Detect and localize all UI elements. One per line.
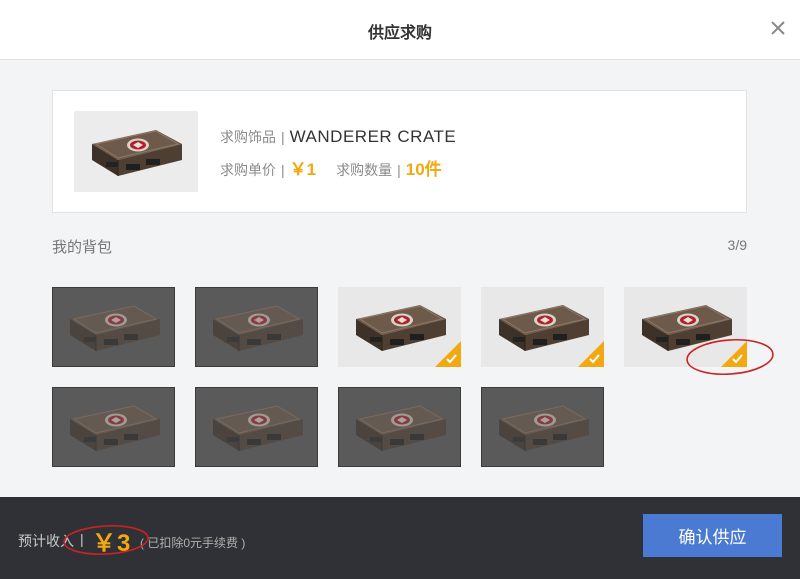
separator: | bbox=[80, 531, 84, 547]
footer-bar: 预计收入 | ￥3 ( 已扣除0元手续费 ) 确认供应 bbox=[0, 497, 800, 579]
confirm-supply-button[interactable]: 确认供应 bbox=[643, 514, 782, 557]
bag-slot[interactable] bbox=[52, 287, 175, 367]
crate-icon bbox=[207, 397, 307, 457]
checkmark-icon bbox=[721, 341, 747, 367]
separator: | bbox=[397, 162, 401, 178]
unit-price-value: ￥1 bbox=[289, 160, 317, 179]
item-label: 求购饰品 bbox=[220, 129, 276, 145]
bag-slot[interactable] bbox=[338, 287, 461, 367]
unit-price-label: 求购单价 bbox=[220, 162, 276, 178]
purchase-item-card: 求购饰品 | WANDERER CRATE 求购单价 | ￥1 求购数量 | 1… bbox=[52, 90, 747, 213]
bag-slot[interactable] bbox=[481, 387, 604, 467]
item-name: WANDERER CRATE bbox=[289, 127, 457, 146]
bag-slot[interactable] bbox=[481, 287, 604, 367]
bag-slot[interactable] bbox=[195, 387, 318, 467]
fee-note: ( 已扣除0元手续费 ) bbox=[140, 536, 246, 550]
bag-slot[interactable] bbox=[624, 287, 747, 367]
price-row: 求购单价 | ￥1 求购数量 | 10件 bbox=[220, 155, 456, 180]
bag-title: 我的背包 bbox=[52, 239, 113, 256]
crate-icon bbox=[64, 397, 164, 457]
crate-icon bbox=[86, 122, 186, 182]
checkmark-icon bbox=[435, 341, 461, 367]
item-row: 求购饰品 | WANDERER CRATE bbox=[220, 127, 456, 147]
crate-icon bbox=[64, 297, 164, 357]
expected-income-value: ￥3 bbox=[92, 530, 132, 557]
crate-icon bbox=[350, 397, 450, 457]
purchase-info: 求购饰品 | WANDERER CRATE 求购单价 | ￥1 求购数量 | 1… bbox=[220, 127, 456, 180]
quantity-value: 10件 bbox=[405, 160, 442, 179]
expected-income-label: 预计收入 bbox=[18, 533, 74, 549]
crate-icon bbox=[493, 397, 593, 457]
separator: | bbox=[281, 162, 285, 178]
close-icon[interactable] bbox=[766, 16, 790, 40]
crate-icon bbox=[207, 297, 307, 357]
bag-slot[interactable] bbox=[195, 287, 318, 367]
bag-slot[interactable] bbox=[338, 387, 461, 467]
dialog-header: 供应求购 bbox=[0, 0, 800, 60]
item-thumbnail bbox=[74, 111, 198, 192]
dialog-title: 供应求购 bbox=[367, 25, 432, 42]
bag-slot[interactable] bbox=[52, 387, 175, 467]
separator: | bbox=[281, 129, 285, 145]
checkmark-icon bbox=[578, 341, 604, 367]
quantity-label: 求购数量 bbox=[336, 162, 393, 178]
bag-selection-count: 3/9 bbox=[727, 237, 747, 253]
